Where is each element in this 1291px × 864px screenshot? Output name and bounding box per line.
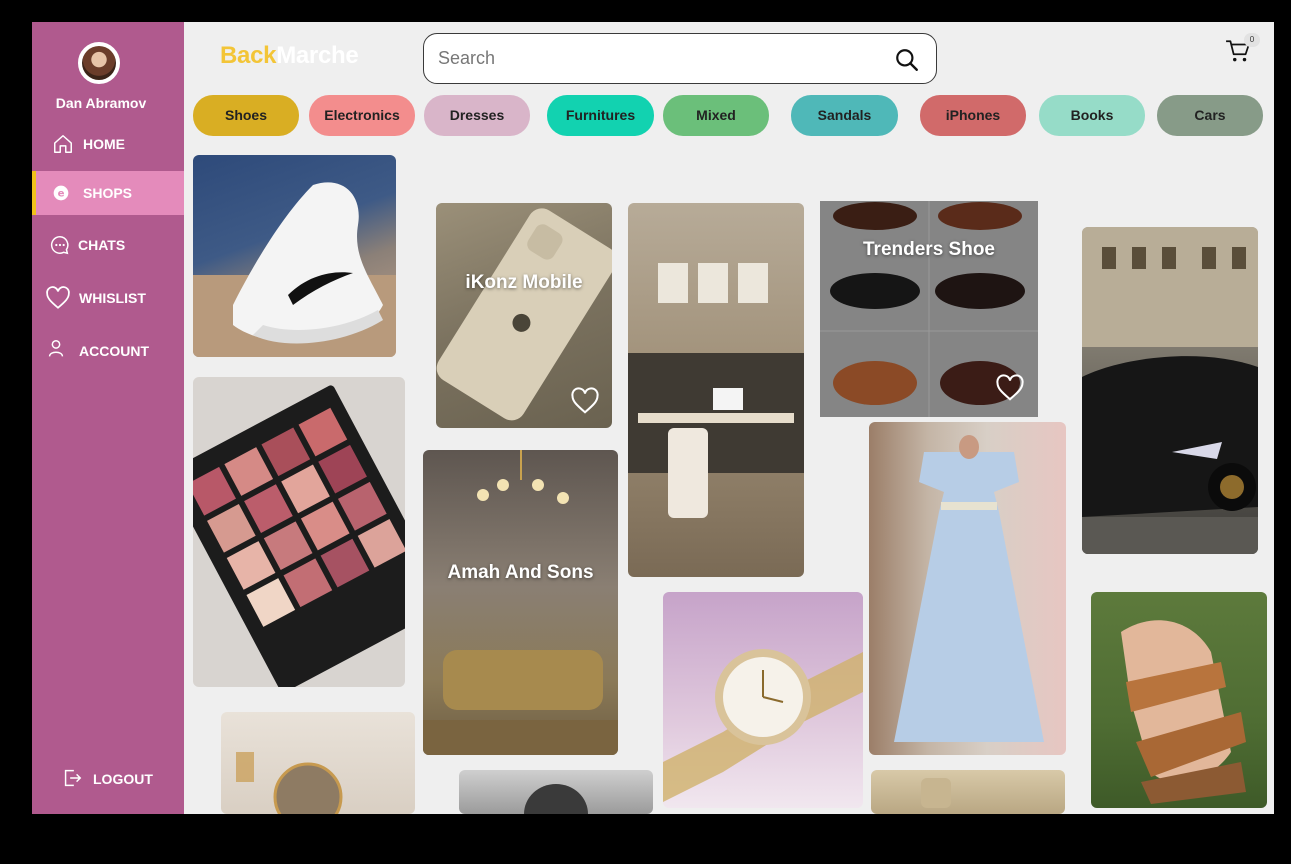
car-image xyxy=(1082,227,1258,554)
dress-image xyxy=(894,435,1044,742)
sandals-image xyxy=(1121,620,1246,804)
main-content: BackMarche 0 Shoes Electronics Dresses F… xyxy=(184,22,1274,814)
mirror-image xyxy=(236,752,343,814)
search-input[interactable] xyxy=(436,44,870,72)
product-tile-box[interactable] xyxy=(871,770,1065,814)
category-mixed[interactable]: Mixed xyxy=(663,95,769,136)
nav-whislist[interactable]: WHISLIST xyxy=(32,276,184,320)
favorite-heart-icon[interactable] xyxy=(570,387,600,415)
product-tile-sandals[interactable] xyxy=(1091,592,1267,808)
nav-chats-label: CHATS xyxy=(78,237,126,253)
study-room-image xyxy=(628,263,804,518)
category-sandals[interactable]: Sandals xyxy=(791,95,898,136)
nav-shops[interactable]: e SHOPS xyxy=(32,171,184,215)
hoodie-image xyxy=(524,784,588,814)
user-icon xyxy=(48,340,64,357)
sneaker-image xyxy=(193,182,396,357)
app-window: Dan Abramov HOME e SHOPS CHATS WHISLIST … xyxy=(32,22,1274,814)
user-name: Dan Abramov xyxy=(55,95,147,111)
nav-account[interactable]: ACCOUNT xyxy=(32,329,184,373)
category-shoes[interactable]: Shoes xyxy=(193,95,299,136)
shop-tile-ikonz-mobile[interactable]: iKonz Mobile xyxy=(436,203,612,428)
product-tile-car[interactable] xyxy=(1082,227,1258,554)
category-dresses[interactable]: Dresses xyxy=(424,95,530,136)
nav-home-label: HOME xyxy=(83,136,125,152)
product-tile-dress[interactable] xyxy=(869,422,1066,755)
product-tile-mirror[interactable] xyxy=(221,712,415,814)
category-iphones[interactable]: iPhones xyxy=(920,95,1026,136)
nav-account-label: ACCOUNT xyxy=(79,343,149,359)
product-tile-watch[interactable] xyxy=(663,592,863,808)
category-books[interactable]: Books xyxy=(1039,95,1145,136)
category-electronics[interactable]: Electronics xyxy=(309,95,415,136)
shop-tile-amah-and-sons[interactable]: Amah And Sons xyxy=(423,450,618,755)
nav-logout[interactable]: LOGOUT xyxy=(32,756,184,800)
product-tile-study-room[interactable] xyxy=(628,203,804,577)
product-tile-hoodie[interactable] xyxy=(459,770,653,814)
product-tile-sneaker[interactable] xyxy=(193,155,396,357)
palette-image xyxy=(193,385,405,687)
sidebar: Dan Abramov HOME e SHOPS CHATS WHISLIST … xyxy=(32,22,184,814)
shop-name-trenders: Trenders Shoe xyxy=(863,239,995,260)
nav-logout-label: LOGOUT xyxy=(93,771,153,787)
cart-count-badge: 0 xyxy=(1244,33,1260,47)
shops-icon: e xyxy=(53,185,69,201)
living-room-image xyxy=(423,450,618,755)
search-icon[interactable] xyxy=(894,47,920,73)
nav-chats[interactable]: CHATS xyxy=(32,223,184,267)
shop-tile-trenders-shoe[interactable]: Trenders Shoe xyxy=(820,201,1038,417)
svg-text:e: e xyxy=(58,189,65,200)
box-image xyxy=(921,778,951,808)
logout-icon xyxy=(64,769,82,787)
nav-whislist-label: WHISLIST xyxy=(79,290,146,306)
product-tile-palette[interactable] xyxy=(193,377,405,687)
chat-icon xyxy=(50,236,69,255)
shop-name-amah: Amah And Sons xyxy=(447,562,594,583)
favorite-heart-icon[interactable] xyxy=(995,374,1025,402)
watch-image xyxy=(663,649,863,802)
avatar[interactable] xyxy=(78,42,120,84)
nav-shops-label: SHOPS xyxy=(83,185,133,201)
search-bar xyxy=(423,33,937,84)
home-icon xyxy=(54,135,72,153)
category-cars[interactable]: Cars xyxy=(1157,95,1263,136)
shop-name-ikonz: iKonz Mobile xyxy=(465,272,583,293)
brand-logo[interactable]: BackMarche xyxy=(220,42,359,70)
nav-home[interactable]: HOME xyxy=(32,122,184,166)
category-furnitures[interactable]: Furnitures xyxy=(547,95,654,136)
heart-icon xyxy=(46,286,70,309)
